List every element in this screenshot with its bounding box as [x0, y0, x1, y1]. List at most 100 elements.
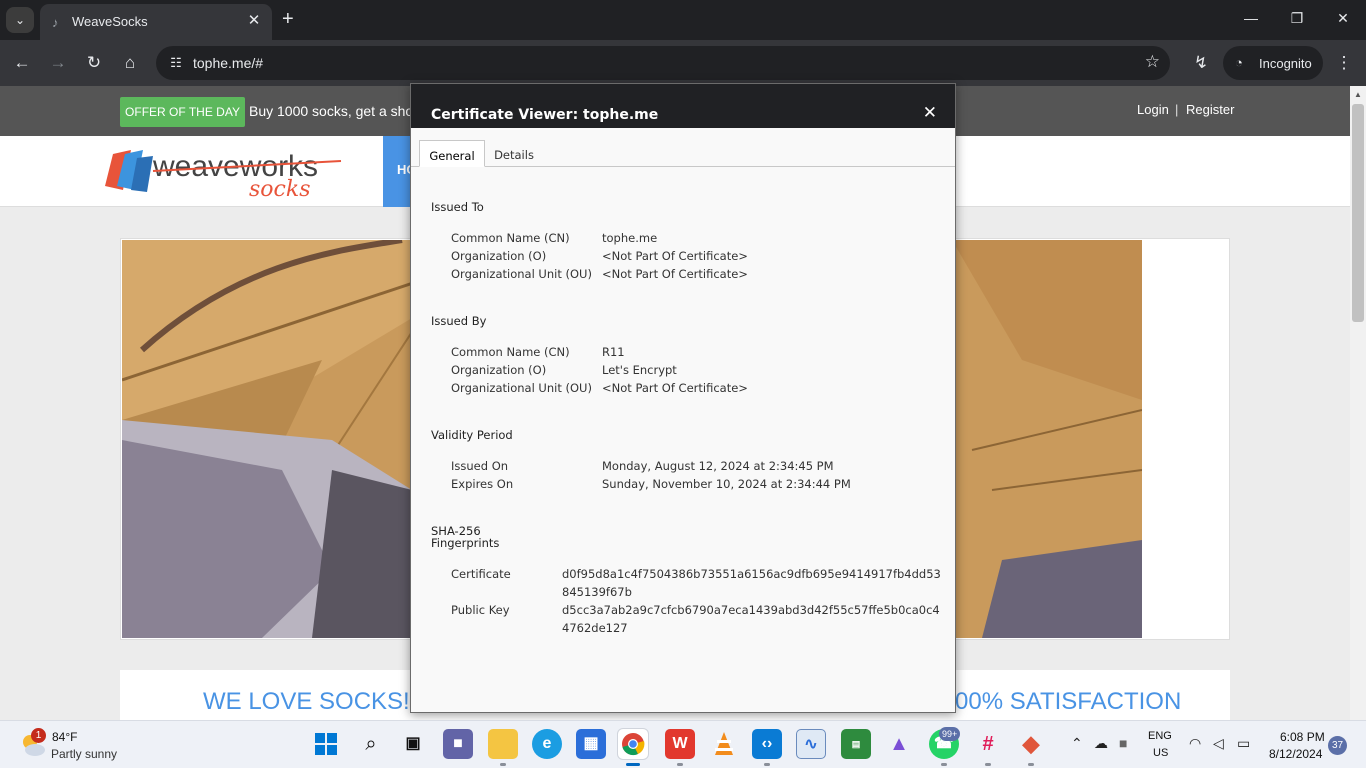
- whatsapp-badge: 99+: [939, 727, 961, 741]
- tab-title: WeaveSocks: [72, 14, 148, 29]
- certificate-viewer-dialog: Certificate Viewer: tophe.me ✕ General D…: [410, 83, 956, 713]
- edge-icon: e: [532, 729, 562, 759]
- store-icon: ▦: [576, 729, 606, 759]
- start-button[interactable]: [311, 729, 341, 759]
- offer-badge[interactable]: OFFER OF THE DAY: [120, 97, 245, 127]
- offer-text: Buy 1000 socks, get a sho: [249, 103, 414, 119]
- taskbar-wps[interactable]: W: [665, 729, 695, 759]
- notification-count-badge[interactable]: 37: [1328, 736, 1347, 755]
- slack-icon: #: [982, 733, 994, 755]
- fingerprints-heading-line2: Fingerprints: [431, 536, 500, 550]
- register-link[interactable]: Register: [1186, 102, 1234, 117]
- bookmark-star-icon[interactable]: ☆: [1145, 52, 1160, 72]
- tab-general[interactable]: General: [419, 140, 485, 167]
- language-region[interactable]: US: [1153, 747, 1168, 759]
- scrollbar-thumb[interactable]: [1352, 104, 1364, 322]
- expires-on-label: Expires On: [451, 477, 514, 491]
- issued-by-o-label: Organization (O): [451, 363, 547, 377]
- restore-icon[interactable]: ❐: [1287, 10, 1307, 27]
- dialog-close-icon[interactable]: ✕: [923, 104, 937, 122]
- taskbar-slack[interactable]: #: [973, 729, 1003, 759]
- extensions-icon[interactable]: ↯: [1190, 52, 1212, 74]
- validity-heading: Validity Period: [431, 428, 513, 442]
- whatsapp-running-indicator: [941, 763, 947, 766]
- site-info-icon[interactable]: ☷: [166, 53, 186, 73]
- slack-running-indicator: [985, 763, 991, 766]
- issued-by-heading: Issued By: [431, 314, 487, 328]
- public-key-fingerprint-value: d5cc3a7ab2a9c7cfcb6790a7eca1439abd3d42f5…: [562, 603, 940, 635]
- diamond-app-icon: ◆: [1022, 731, 1040, 756]
- taskbar-edge[interactable]: e: [532, 729, 562, 759]
- login-link[interactable]: Login: [1137, 102, 1169, 117]
- issued-by-cn-value: R11: [602, 345, 625, 359]
- new-tab-button[interactable]: +: [282, 8, 294, 30]
- tab-search-button[interactable]: ⌄: [6, 7, 34, 33]
- search-button[interactable]: ⌕: [356, 729, 386, 759]
- weaveworks-logo[interactable]: weaveworks socks: [103, 146, 343, 198]
- chrome-active-indicator: [626, 763, 640, 766]
- taskbar-store[interactable]: ▦: [576, 729, 606, 759]
- monitor-chart-icon: ∿: [796, 729, 826, 759]
- green-app-icon: ▤: [841, 729, 871, 759]
- taskbar-green-app[interactable]: ▤: [841, 729, 871, 759]
- taskbar-monitor[interactable]: ∿: [796, 729, 826, 759]
- taskbar-file-explorer[interactable]: [488, 729, 518, 759]
- vscode-icon: ‹›: [752, 729, 782, 759]
- dialog-header: Certificate Viewer: tophe.me ✕: [411, 84, 955, 128]
- search-icon: ⌕: [365, 733, 377, 755]
- incognito-indicator[interactable]: ◔ Incognito: [1223, 46, 1323, 80]
- tray-overflow-icon[interactable]: ⌃: [1071, 735, 1083, 752]
- url-text[interactable]: tophe.me/#: [193, 55, 263, 71]
- language-indicator[interactable]: ENG: [1148, 730, 1172, 742]
- certificate-fingerprint-value: d0f95d8a1c4f7504386b73551a6156ac9dfb695e…: [562, 567, 941, 599]
- taskbar-teams[interactable]: ■: [443, 729, 473, 759]
- window-close-icon[interactable]: ✕: [1333, 10, 1353, 27]
- issued-by-o-value: Let's Encrypt: [602, 363, 677, 377]
- back-icon[interactable]: ←: [11, 52, 33, 74]
- volume-icon[interactable]: ◁: [1213, 735, 1224, 752]
- taskbar-git-app[interactable]: ◆: [1016, 729, 1046, 759]
- issued-by-cn-label: Common Name (CN): [451, 345, 570, 359]
- reload-icon[interactable]: ↻: [83, 52, 105, 74]
- issued-by-ou-label: Organizational Unit (OU): [451, 381, 592, 395]
- issued-to-heading: Issued To: [431, 200, 484, 214]
- wifi-icon[interactable]: ◠: [1189, 735, 1201, 752]
- onedrive-cloud-icon[interactable]: ☁: [1094, 735, 1108, 752]
- more-menu-icon[interactable]: ⋮: [1333, 52, 1355, 74]
- issued-by-ou-value: <Not Part Of Certificate>: [602, 381, 748, 395]
- clock-time[interactable]: 6:08 PM: [1280, 730, 1325, 744]
- taskbar-vscode[interactable]: ‹›: [752, 729, 782, 759]
- forward-icon[interactable]: →: [47, 52, 69, 74]
- expires-on-value: Sunday, November 10, 2024 at 2:34:44 PM: [602, 477, 851, 491]
- weather-temperature[interactable]: 84°F: [52, 730, 77, 744]
- incognito-icon: ◔: [1235, 55, 1243, 70]
- task-view-button[interactable]: ▣: [398, 729, 428, 759]
- wps-icon: W: [665, 729, 695, 759]
- browser-toolbar: ← → ↻ ⌂ ☷ tophe.me/# ☆ ↯ ◔ Incognito ⋮: [0, 40, 1366, 86]
- issued-to-o-label: Organization (O): [451, 249, 547, 263]
- dialog-tabs: General Details: [411, 140, 955, 167]
- tab-close-icon[interactable]: ✕: [244, 11, 264, 31]
- battery-icon[interactable]: ▭: [1237, 735, 1250, 752]
- taskbar-paint[interactable]: ▲: [884, 729, 914, 759]
- tray-app-icon[interactable]: ■: [1119, 735, 1127, 751]
- address-bar[interactable]: ☷ tophe.me/# ☆: [156, 46, 1170, 80]
- browser-tab[interactable]: ♪ WeaveSocks ✕: [40, 4, 272, 40]
- teams-icon: ■: [443, 729, 473, 759]
- scroll-up-icon[interactable]: ▲: [1354, 90, 1362, 99]
- page-scrollbar[interactable]: ▲: [1350, 86, 1366, 720]
- tab-details[interactable]: Details: [489, 140, 539, 167]
- chevron-down-icon: ⌄: [14, 13, 26, 27]
- explorer-running-indicator: [500, 763, 506, 766]
- git-app-running-indicator: [1028, 763, 1034, 766]
- minimize-icon[interactable]: —: [1241, 10, 1261, 26]
- taskbar-chrome[interactable]: [618, 729, 648, 759]
- certificate-fingerprint-label: Certificate: [451, 567, 511, 581]
- task-view-icon: ▣: [405, 735, 421, 752]
- taskbar-vlc[interactable]: [709, 729, 739, 759]
- clock-date[interactable]: 8/12/2024: [1269, 747, 1322, 761]
- issued-to-ou-value: <Not Part Of Certificate>: [602, 267, 748, 281]
- incognito-label: Incognito: [1259, 56, 1312, 71]
- weather-description[interactable]: Partly sunny: [51, 747, 117, 761]
- home-icon[interactable]: ⌂: [119, 52, 141, 74]
